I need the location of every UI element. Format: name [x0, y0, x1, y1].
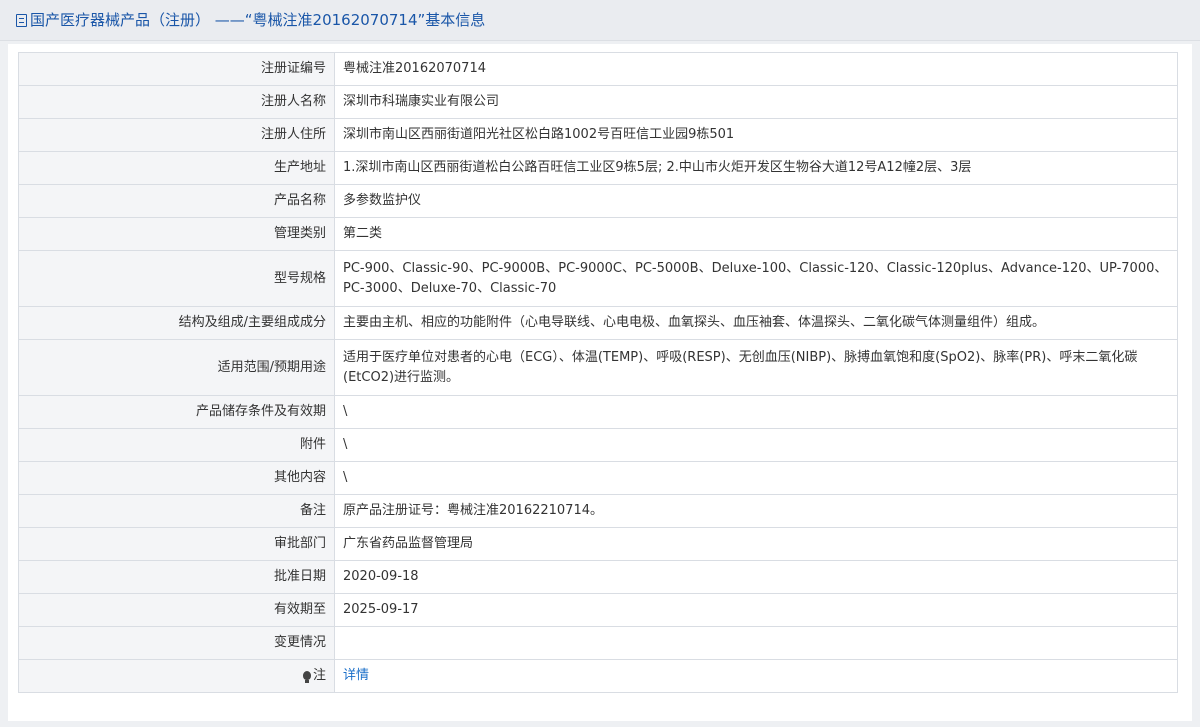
- table-row: 注册证编号 粤械注准20162070714: [18, 52, 1178, 86]
- row-label: 注册人名称: [18, 85, 335, 119]
- row-label: 生产地址: [18, 151, 335, 185]
- row-label: 审批部门: [18, 527, 335, 561]
- row-value: 主要由主机、相应的功能附件（心电导联线、心电电极、血氧探头、血压袖套、体温探头、…: [334, 306, 1178, 340]
- row-value: 1.深圳市南山区西丽街道松白公路百旺信工业区9栋5层; 2.中山市火炬开发区生物…: [334, 151, 1178, 185]
- page-title: 国产医疗器械产品（注册） ——“粤械注准20162070714”基本信息: [30, 11, 486, 29]
- table-row: 审批部门 广东省药品监督管理局: [18, 527, 1178, 561]
- table-row: 附件 \: [18, 428, 1178, 462]
- row-value: 原产品注册证号：粤械注准20162210714。: [334, 494, 1178, 528]
- row-label: 注册证编号: [18, 52, 335, 86]
- note-value-cell: 详情: [334, 659, 1178, 693]
- row-value: 粤械注准20162070714: [334, 52, 1178, 86]
- details-link[interactable]: 详情: [343, 668, 369, 683]
- row-value: \: [334, 461, 1178, 495]
- table-row: 结构及组成/主要组成成分 主要由主机、相应的功能附件（心电导联线、心电电极、血氧探…: [18, 306, 1178, 340]
- lightbulb-icon: [302, 671, 311, 683]
- row-value: 适用于医疗单位对患者的心电（ECG）、体温(TEMP)、呼吸(RESP)、无创血…: [334, 339, 1178, 396]
- row-value: \: [334, 428, 1178, 462]
- row-label: 附件: [18, 428, 335, 462]
- row-value: 2020-09-18: [334, 560, 1178, 594]
- row-label: 有效期至: [18, 593, 335, 627]
- row-value: 2025-09-17: [334, 593, 1178, 627]
- row-label: 备注: [18, 494, 335, 528]
- table-row: 型号规格 PC-900、Classic-90、PC-9000B、PC-9000C、…: [18, 250, 1178, 307]
- row-value: 广东省药品监督管理局: [334, 527, 1178, 561]
- info-panel: 注册证编号 粤械注准20162070714 注册人名称 深圳市科瑞康实业有限公司 注…: [8, 44, 1192, 721]
- table-row: 产品储存条件及有效期 \: [18, 395, 1178, 429]
- table-row: 管理类别 第二类: [18, 217, 1178, 251]
- table-row: 有效期至 2025-09-17: [18, 593, 1178, 627]
- row-value: 深圳市科瑞康实业有限公司: [334, 85, 1178, 119]
- row-label: 结构及组成/主要组成成分: [18, 306, 335, 340]
- basic-info-table: 注册证编号 粤械注准20162070714 注册人名称 深圳市科瑞康实业有限公司 注…: [18, 52, 1178, 693]
- row-label: 注册人住所: [18, 118, 335, 152]
- row-label: 型号规格: [18, 250, 335, 307]
- row-label: 变更情况: [18, 626, 335, 660]
- table-row: 适用范围/预期用途 适用于医疗单位对患者的心电（ECG）、体温(TEMP)、呼吸(…: [18, 339, 1178, 396]
- table-row: 批准日期 2020-09-18: [18, 560, 1178, 594]
- table-row: 生产地址 1.深圳市南山区西丽街道松白公路百旺信工业区9栋5层; 2.中山市火炬开…: [18, 151, 1178, 185]
- document-icon: [16, 14, 27, 27]
- table-row-note: 注 详情: [18, 659, 1178, 693]
- note-label-cell: 注: [18, 659, 335, 693]
- row-label: 批准日期: [18, 560, 335, 594]
- row-label: 产品名称: [18, 184, 335, 218]
- row-label: 管理类别: [18, 217, 335, 251]
- row-value: \: [334, 395, 1178, 429]
- table-row: 变更情况: [18, 626, 1178, 660]
- row-value: PC-900、Classic-90、PC-9000B、PC-9000C、PC-5…: [334, 250, 1178, 307]
- note-label: 注: [312, 668, 326, 683]
- row-label: 产品储存条件及有效期: [18, 395, 335, 429]
- row-label: 适用范围/预期用途: [18, 339, 335, 396]
- table-row: 产品名称 多参数监护仪: [18, 184, 1178, 218]
- row-label: 其他内容: [18, 461, 335, 495]
- page-title-bar: 国产医疗器械产品（注册） ——“粤械注准20162070714”基本信息: [0, 0, 1200, 41]
- table-row: 注册人住所 深圳市南山区西丽街道阳光社区松白路1002号百旺信工业园9栋501: [18, 118, 1178, 152]
- table-row: 其他内容 \: [18, 461, 1178, 495]
- row-value: 多参数监护仪: [334, 184, 1178, 218]
- table-row: 备注 原产品注册证号：粤械注准20162210714。: [18, 494, 1178, 528]
- row-value: [334, 626, 1178, 660]
- table-row: 注册人名称 深圳市科瑞康实业有限公司: [18, 85, 1178, 119]
- row-value: 深圳市南山区西丽街道阳光社区松白路1002号百旺信工业园9栋501: [334, 118, 1178, 152]
- row-value: 第二类: [334, 217, 1178, 251]
